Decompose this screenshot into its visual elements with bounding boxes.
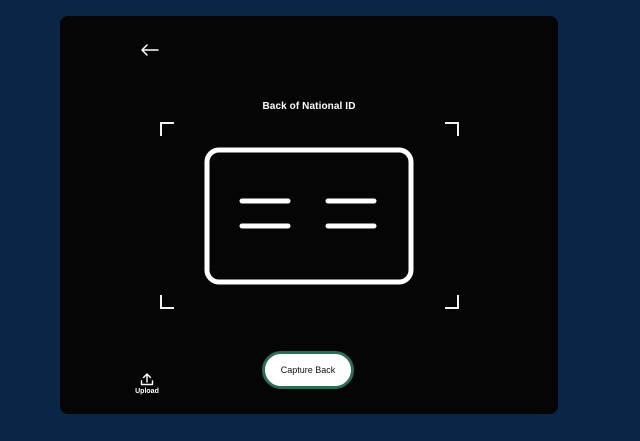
upload-icon <box>140 373 154 386</box>
page-title: Back of National ID <box>262 101 356 112</box>
back-button[interactable] <box>136 38 164 62</box>
camera-panel: Back of National ID Upload Capture Back <box>60 16 558 414</box>
frame-corner-top-left <box>160 122 174 136</box>
id-card-back-icon <box>204 147 414 285</box>
upload-label: Upload <box>135 388 159 395</box>
frame-corner-bottom-right <box>445 295 459 309</box>
arrow-left-icon <box>141 44 159 56</box>
frame-corner-top-right <box>445 122 459 136</box>
page: Back of National ID Upload Capture Back <box>0 0 640 441</box>
capture-back-button[interactable]: Capture Back <box>262 351 354 389</box>
upload-button[interactable]: Upload <box>132 372 162 402</box>
frame-corner-bottom-left <box>160 295 174 309</box>
